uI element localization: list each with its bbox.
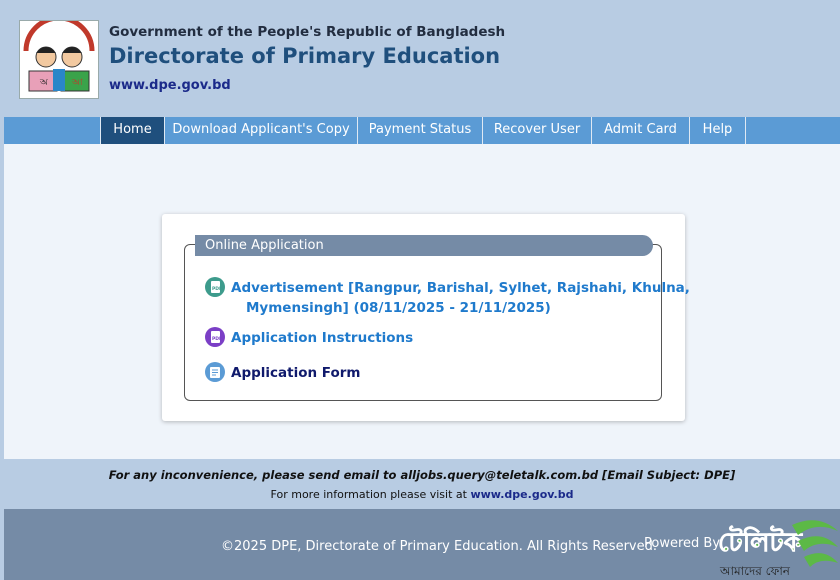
dpe-logo[interactable]: অ আ (19, 15, 99, 99)
application-instructions-text[interactable]: Application Instructions (231, 328, 413, 348)
nav-home[interactable]: Home (100, 117, 165, 144)
notice-bar: For any inconvenience, please send email… (4, 459, 840, 509)
header: অ আ Government of the People's Republic … (4, 0, 840, 117)
advertisement-link-text[interactable]: Advertisement [Rangpur, Barishal, Sylhet… (231, 278, 690, 298)
pdf-icon: PDF (205, 327, 225, 347)
application-card: Online Application PDF Advertisement [Ra… (162, 214, 690, 421)
panel-title: Online Application (195, 235, 653, 256)
email-notice: For any inconvenience, please send email… (108, 468, 736, 482)
government-name: Government of the People's Republic of B… (109, 24, 506, 40)
svg-text:PDF: PDF (212, 336, 222, 342)
footer: ©2025 DPE, Directorate of Primary Educat… (4, 509, 840, 580)
nav-admit-card[interactable]: Admit Card (592, 117, 690, 144)
info-notice-link[interactable]: www.dpe.gov.bd (470, 488, 573, 501)
site-title: Directorate of Primary Education (109, 44, 501, 68)
teletalk-logo-text: টেলিটক (718, 525, 803, 558)
powered-by-text: Powered By (644, 536, 721, 551)
site-url[interactable]: www.dpe.gov.bd (109, 78, 231, 93)
nav-help[interactable]: Help (690, 117, 746, 144)
copyright-text: ©2025 DPE, Directorate of Primary Educat… (221, 539, 658, 554)
teletalk-tagline: আমাদের ফোন (719, 564, 791, 578)
nav-recover-user[interactable]: Recover User (483, 117, 592, 144)
main-content: Online Application PDF Advertisement [Ra… (4, 144, 840, 459)
info-notice: For more information please visit at www… (4, 488, 840, 501)
pdf-icon: PDF (205, 277, 225, 297)
main-nav: Home Download Applicant's Copy Payment S… (4, 117, 840, 144)
application-form-text[interactable]: Application Form (231, 363, 360, 383)
online-application-panel: Online Application PDF Advertisement [Ra… (184, 235, 690, 401)
form-icon (205, 362, 225, 382)
advertisement-link-text-2[interactable]: Mymensingh] (08/11/2025 - 21/11/2025) (246, 298, 551, 318)
teletalk-logo[interactable]: টেলিটক আমাদের ফোন (718, 513, 840, 579)
nav-payment-status[interactable]: Payment Status (358, 117, 483, 144)
info-notice-text: For more information please visit at (270, 488, 467, 501)
svg-text:PDF: PDF (212, 286, 222, 292)
svg-text:আ: আ (71, 78, 83, 88)
svg-text:অ: অ (39, 78, 48, 88)
nav-download-applicants-copy[interactable]: Download Applicant's Copy (165, 117, 358, 144)
